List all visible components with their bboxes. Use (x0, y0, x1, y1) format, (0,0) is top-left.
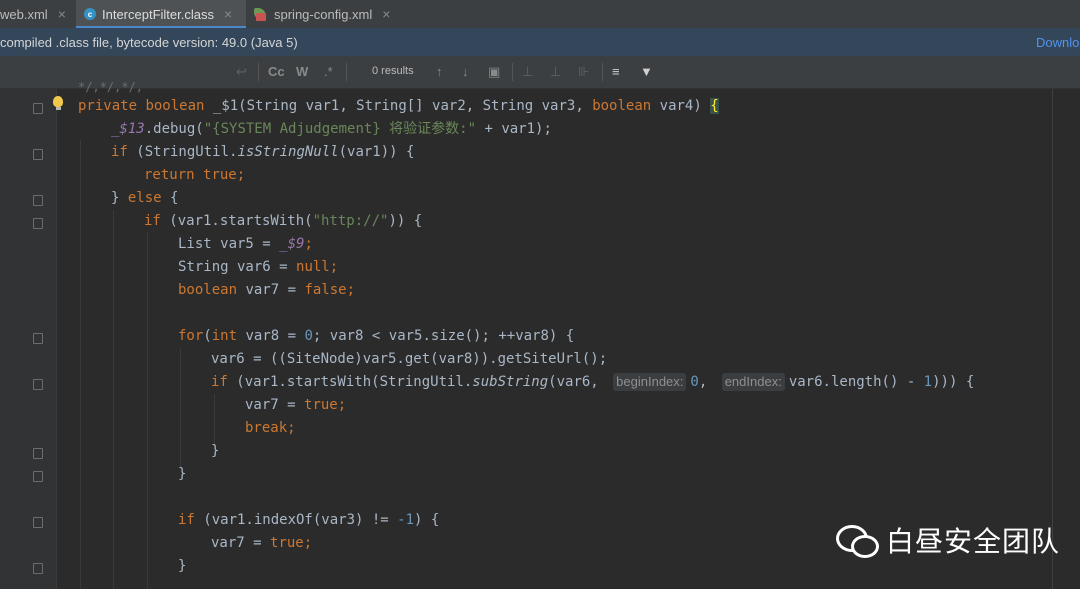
code-line: } (78, 464, 186, 484)
keyword: if (178, 512, 195, 528)
code-line: for(int var8 = 0; var8 < var5.size(); ++… (78, 326, 574, 346)
wechat-watermark: 白昼安全团队 (836, 520, 1060, 560)
number-literal: -1 (397, 512, 415, 528)
parameter-hint: endIndex: (721, 373, 785, 391)
code-text: (var1.indexOf(var3) != (194, 512, 398, 528)
field-ref: _$13 (111, 121, 145, 137)
code-line: var7 = true; (78, 395, 346, 415)
string-literal: "{SYSTEM Adjudgement} 将验证参数:" (203, 121, 477, 137)
string-literal: "http://" (312, 213, 389, 229)
code-text: } (111, 190, 128, 206)
keyword: return (144, 167, 195, 183)
code-text: List var5 = (178, 236, 280, 252)
code-text: (var1.startsWith(StringUtil. (227, 374, 473, 390)
code-text: var8 = (237, 328, 305, 344)
code-editor[interactable]: */,*/,*/, private boolean _$1(String var… (0, 0, 1080, 589)
semicolon: ; (329, 259, 339, 275)
code-line: } (78, 556, 186, 576)
code-text: ) { (414, 512, 440, 528)
code-text: var6.length() - (788, 374, 924, 390)
code-text: .debug( (144, 121, 204, 137)
code-line: if (var1.indexOf(var3) != -1) { (78, 510, 439, 530)
number-literal: 1 (923, 374, 933, 390)
code-text: + var1); (476, 121, 552, 137)
watermark-text: 白昼安全团队 (886, 525, 1061, 558)
code-text: (var1)) { (338, 144, 415, 160)
keyword: null (296, 259, 330, 275)
code-text: )) { (388, 213, 423, 229)
code-text: (var6, (548, 374, 608, 390)
code-line: boolean var7 = false; (78, 280, 355, 300)
semicolon: ; (236, 167, 246, 183)
code-line: _$13.debug("{SYSTEM Adjudgement} 将验证参数:"… (78, 119, 552, 139)
keyword: if (111, 144, 128, 160)
static-method: subString (472, 374, 549, 390)
code-text: } (178, 466, 187, 482)
code-line: if (var1.startsWith(StringUtil.subString… (78, 372, 974, 392)
code-line: private boolean _$1(String var1, String[… (78, 96, 719, 116)
code-line: var6 = ((SiteNode)var5.get(var8)).getSit… (78, 349, 607, 369)
code-line: String var6 = null; (78, 257, 338, 277)
matched-brace: { (710, 98, 719, 114)
keyword: private (78, 98, 138, 114)
code-text: ; var8 < var5.size(); ++var8) { (312, 328, 575, 344)
keyword: else (127, 190, 162, 206)
keyword: for (178, 328, 204, 344)
code-line: if (StringUtil.isStringNull(var1)) { (78, 142, 414, 162)
code-text: ( (203, 328, 212, 344)
semicolon: ; (303, 535, 313, 551)
code-line: break; (78, 418, 296, 438)
code-text: var6 = ((SiteNode)var5.get(var8)).getSit… (211, 351, 608, 367)
keyword: if (144, 213, 161, 229)
code-line: List var5 = _$9; (78, 234, 313, 254)
number-literal: 0 (304, 328, 313, 344)
code-text: String var6 = (178, 259, 297, 275)
code-line: var7 = true; (78, 533, 312, 553)
field-ref: _$9 (279, 236, 305, 252)
semicolon: ; (304, 236, 313, 252)
code-line: } (78, 441, 219, 461)
code-line-partial: */,*/,*/, (78, 80, 144, 94)
semicolon: ; (337, 397, 347, 413)
keyword: boolean (145, 98, 205, 114)
code-line: return true; (78, 165, 245, 185)
code-text: (var1.startsWith( (160, 213, 313, 229)
semicolon: ; (346, 282, 356, 298)
number-literal: 0 (690, 374, 699, 390)
code-text: var7 = (245, 397, 305, 413)
code-line: } else { (78, 188, 178, 208)
parameter-hint: beginIndex: (613, 373, 687, 391)
code-text: { (161, 190, 179, 206)
code-text: var7 = (237, 282, 305, 298)
code-text: _$1(String var1, String[] var2, String v… (204, 98, 593, 114)
keyword: true (270, 535, 304, 551)
keyword: boolean (592, 98, 652, 114)
keyword: true (304, 397, 338, 413)
keyword: true (203, 167, 237, 183)
code-text: (StringUtil. (127, 144, 238, 160)
keyword: break (245, 420, 288, 436)
semicolon: ; (287, 420, 296, 436)
code-text: , (698, 374, 716, 390)
code-text: } (211, 443, 220, 459)
code-line: if (var1.startsWith("http://")) { (78, 211, 422, 231)
code-text: } (178, 558, 187, 574)
keyword: boolean (178, 282, 238, 298)
keyword: int (211, 328, 238, 344)
static-method: isStringNull (237, 144, 339, 160)
code-text: var4) (651, 98, 711, 114)
keyword: if (211, 374, 228, 390)
code-text: ))) { (932, 374, 975, 390)
code-text: var7 = (211, 535, 271, 551)
wechat-icon (836, 523, 880, 558)
keyword: false (304, 282, 347, 298)
